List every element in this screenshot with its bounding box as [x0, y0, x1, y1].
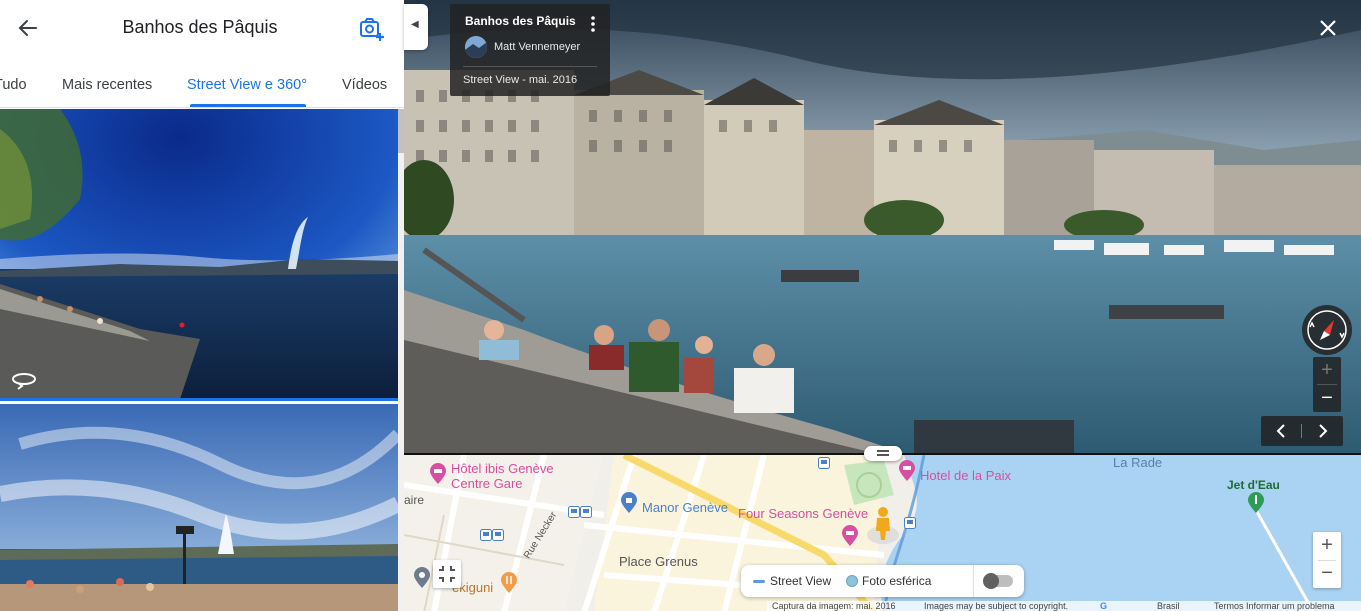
transit-icon: [568, 506, 580, 518]
shopping-pin-icon: [621, 492, 637, 513]
map-resize-handle[interactable]: [864, 446, 902, 461]
report-problem-link[interactable]: Informar um problema: [1246, 601, 1335, 611]
google-logo-icon: G: [1100, 601, 1108, 611]
street-view-line-icon: [753, 580, 765, 583]
compass-icon: [1307, 310, 1347, 350]
author-avatar[interactable]: [465, 36, 487, 58]
zoom-out-button[interactable]: −: [1313, 385, 1341, 412]
thumbnail-image: [0, 404, 398, 611]
map-label-ibis[interactable]: Hôtel ibis Genève Centre Gare: [451, 461, 554, 491]
pegman-icon[interactable]: [863, 505, 903, 545]
street-view-info-card: Banhos des Pâquis Matt Vennemeyer Street…: [450, 4, 610, 96]
compass-button[interactable]: [1302, 305, 1352, 355]
previous-photo-button[interactable]: [1261, 416, 1301, 446]
avatar-image: [465, 36, 487, 58]
map-label-place-grenus: Place Grenus: [619, 554, 698, 569]
more-options-button[interactable]: [586, 14, 600, 34]
divider: [463, 66, 597, 67]
map-zoom-out-button[interactable]: −: [1313, 560, 1341, 588]
add-photo-button[interactable]: [356, 14, 386, 44]
transit-icon: [580, 506, 592, 518]
map-zoom-controls: + −: [1313, 532, 1341, 588]
map-label-hotel-paix[interactable]: Hotel de la Paix: [920, 468, 1011, 483]
exit-fullscreen-button[interactable]: [433, 560, 461, 588]
tab-videos[interactable]: Vídeos: [342, 77, 387, 93]
panel-title: Banhos des Pâquis: [122, 17, 278, 37]
copyright-label: Images may be subject to copyright.: [924, 601, 1069, 611]
hotel-pin-icon: [899, 460, 915, 481]
active-tab-indicator: [190, 104, 306, 107]
author-name[interactable]: Matt Vennemeyer: [494, 41, 580, 53]
photos-panel: Banhos des Pâquis Tudo Mais recentes Str…: [0, 0, 404, 611]
next-photo-button[interactable]: [1303, 416, 1343, 446]
landmark-pin-icon: [1248, 492, 1264, 513]
photo-navigation: [1261, 416, 1343, 446]
fullscreen-exit-icon: [439, 566, 455, 582]
tab-street-view[interactable]: Street View e 360°: [187, 77, 307, 93]
coverage-legend: Street View Foto esférica: [741, 565, 1024, 597]
chevron-left-icon: [1276, 424, 1285, 438]
place-title: Banhos des Pâquis: [465, 14, 576, 28]
spherical-photo-dot-icon: [846, 575, 858, 587]
coverage-toggle[interactable]: [983, 573, 1013, 589]
panel-header: Banhos des Pâquis: [0, 0, 404, 56]
selected-thumbnail-indicator: [0, 398, 398, 401]
location-pin-icon: [414, 567, 430, 588]
transit-icon: [904, 517, 916, 529]
tab-all[interactable]: Tudo: [0, 77, 27, 93]
legend-spherical-photo-label: Foto esférica: [862, 574, 932, 588]
close-button[interactable]: [1314, 14, 1342, 42]
photo-tabs: Tudo Mais recentes Street View e 360° Ví…: [0, 64, 404, 108]
add-photo-icon: [360, 18, 384, 41]
legend-street-view-label: Street View: [770, 574, 832, 588]
tab-recent[interactable]: Mais recentes: [62, 77, 152, 93]
map-label-jet-deau[interactable]: Jet d'Eau: [1227, 478, 1280, 492]
map-label-la-rade: La Rade: [1113, 455, 1163, 470]
transit-icon: [492, 529, 504, 541]
more-vert-icon: [591, 16, 595, 32]
street-view-zoom-controls: + −: [1313, 357, 1341, 412]
map-attribution: Captura da imagem: mai. 2016 Images may …: [767, 601, 1361, 611]
street-view-thumbnail[interactable]: [0, 404, 398, 611]
map-label-gare: aire: [404, 493, 425, 507]
map-zoom-in-button[interactable]: +: [1313, 532, 1341, 560]
transit-icon: [480, 529, 492, 541]
capture-date: Street View - mai. 2016: [463, 74, 578, 86]
transit-icon: [818, 457, 830, 469]
capture-date-label: Captura da imagem: mai. 2016: [772, 601, 896, 611]
zoom-in-button[interactable]: +: [1313, 357, 1341, 384]
country-link[interactable]: Brasil: [1157, 601, 1180, 611]
terms-link[interactable]: Termos: [1214, 601, 1244, 611]
collapse-panel-button[interactable]: ◀: [404, 4, 428, 50]
close-icon: [1320, 20, 1336, 36]
street-view-thumbnail[interactable]: [0, 109, 398, 399]
chevron-right-icon: [1319, 424, 1328, 438]
restaurant-pin-icon: [501, 572, 517, 593]
hotel-pin-icon: [430, 463, 446, 484]
collapse-arrow-icon: ◀: [411, 19, 419, 30]
hotel-pin-icon: [842, 525, 858, 546]
map-label-manor[interactable]: Manor Genève: [642, 500, 728, 515]
divider: [973, 565, 974, 597]
thumbnail-image: [0, 109, 398, 399]
map-label-four-seasons[interactable]: Four Seasons Genève: [738, 506, 868, 521]
